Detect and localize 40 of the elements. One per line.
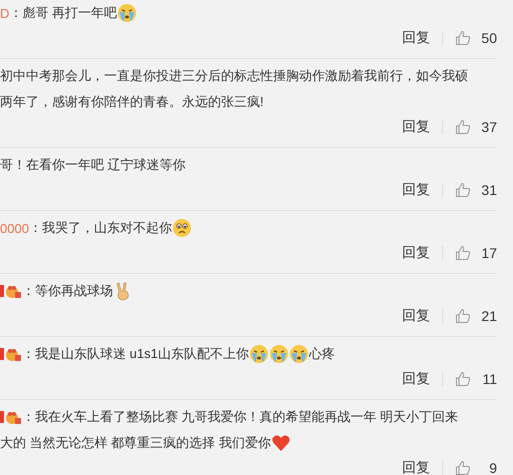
like-count: 31 bbox=[480, 182, 497, 198]
reply-link[interactable]: 回复 bbox=[402, 118, 430, 136]
like-count: 11 bbox=[481, 371, 497, 387]
crying-emoji-icon bbox=[117, 3, 138, 23]
crying-emoji-icon bbox=[248, 344, 269, 364]
like-count: 17 bbox=[480, 245, 497, 261]
user-badge-icon bbox=[0, 346, 22, 362]
like-count: 50 bbox=[480, 30, 497, 46]
like-count: 37 bbox=[480, 119, 497, 135]
comment-text: 初中中考那会儿，一直是你投进三分后的标志性捶胸动作激励着我前行，如今我硕 bbox=[0, 67, 468, 85]
comment-text: 心疼 bbox=[308, 345, 335, 363]
thumbs-up-icon[interactable] bbox=[455, 119, 471, 135]
comment-text: ：我在火车上看了整场比赛 九哥我爱你！真的希望能再战一年 明天小丁回来 bbox=[22, 408, 458, 426]
reply-link[interactable]: 回复 bbox=[402, 244, 430, 262]
sad-emoji-icon bbox=[172, 218, 192, 238]
reply-link[interactable]: 回复 bbox=[402, 459, 430, 475]
thumbs-up-icon[interactable] bbox=[455, 371, 471, 387]
thumbs-up-icon[interactable] bbox=[455, 308, 471, 324]
user-badge-icon bbox=[0, 283, 22, 299]
thumbs-up-icon[interactable] bbox=[455, 182, 471, 198]
like-count: 21 bbox=[480, 308, 497, 324]
reply-link[interactable]: 回复 bbox=[402, 370, 430, 388]
heart-icon bbox=[270, 433, 291, 453]
comment-text: ：等你再战球场 bbox=[22, 282, 113, 300]
comment-text: ：我是山东队球迷 u1s1山东队配不上你 bbox=[22, 345, 249, 363]
like-count: 9 bbox=[488, 460, 497, 475]
crying-emoji-icon bbox=[288, 344, 309, 364]
comment-text: ：我哭了，山东对不起你 bbox=[28, 219, 172, 237]
comment-text: 两年了，感谢有你陪伴的青春。永远的张三疯! bbox=[0, 93, 264, 111]
thumbs-up-icon[interactable] bbox=[455, 245, 471, 261]
comment-text: 大的 当然无论怎样 都尊重三疯的选择 我们爱你 bbox=[0, 434, 271, 452]
reply-link[interactable]: 回复 bbox=[402, 29, 430, 47]
reply-link[interactable]: 回复 bbox=[402, 307, 430, 325]
reply-link[interactable]: 回复 bbox=[402, 181, 430, 199]
crying-emoji-icon bbox=[268, 344, 289, 364]
user-badge-icon bbox=[0, 409, 22, 425]
thumbs-up-icon[interactable] bbox=[455, 460, 471, 475]
thumbs-up-icon[interactable] bbox=[455, 30, 471, 46]
comment-text: 哥！在看你一年吧 辽宁球迷等你 bbox=[0, 156, 186, 174]
comment-text: ：彪哥 再打一年吧 bbox=[9, 4, 118, 22]
